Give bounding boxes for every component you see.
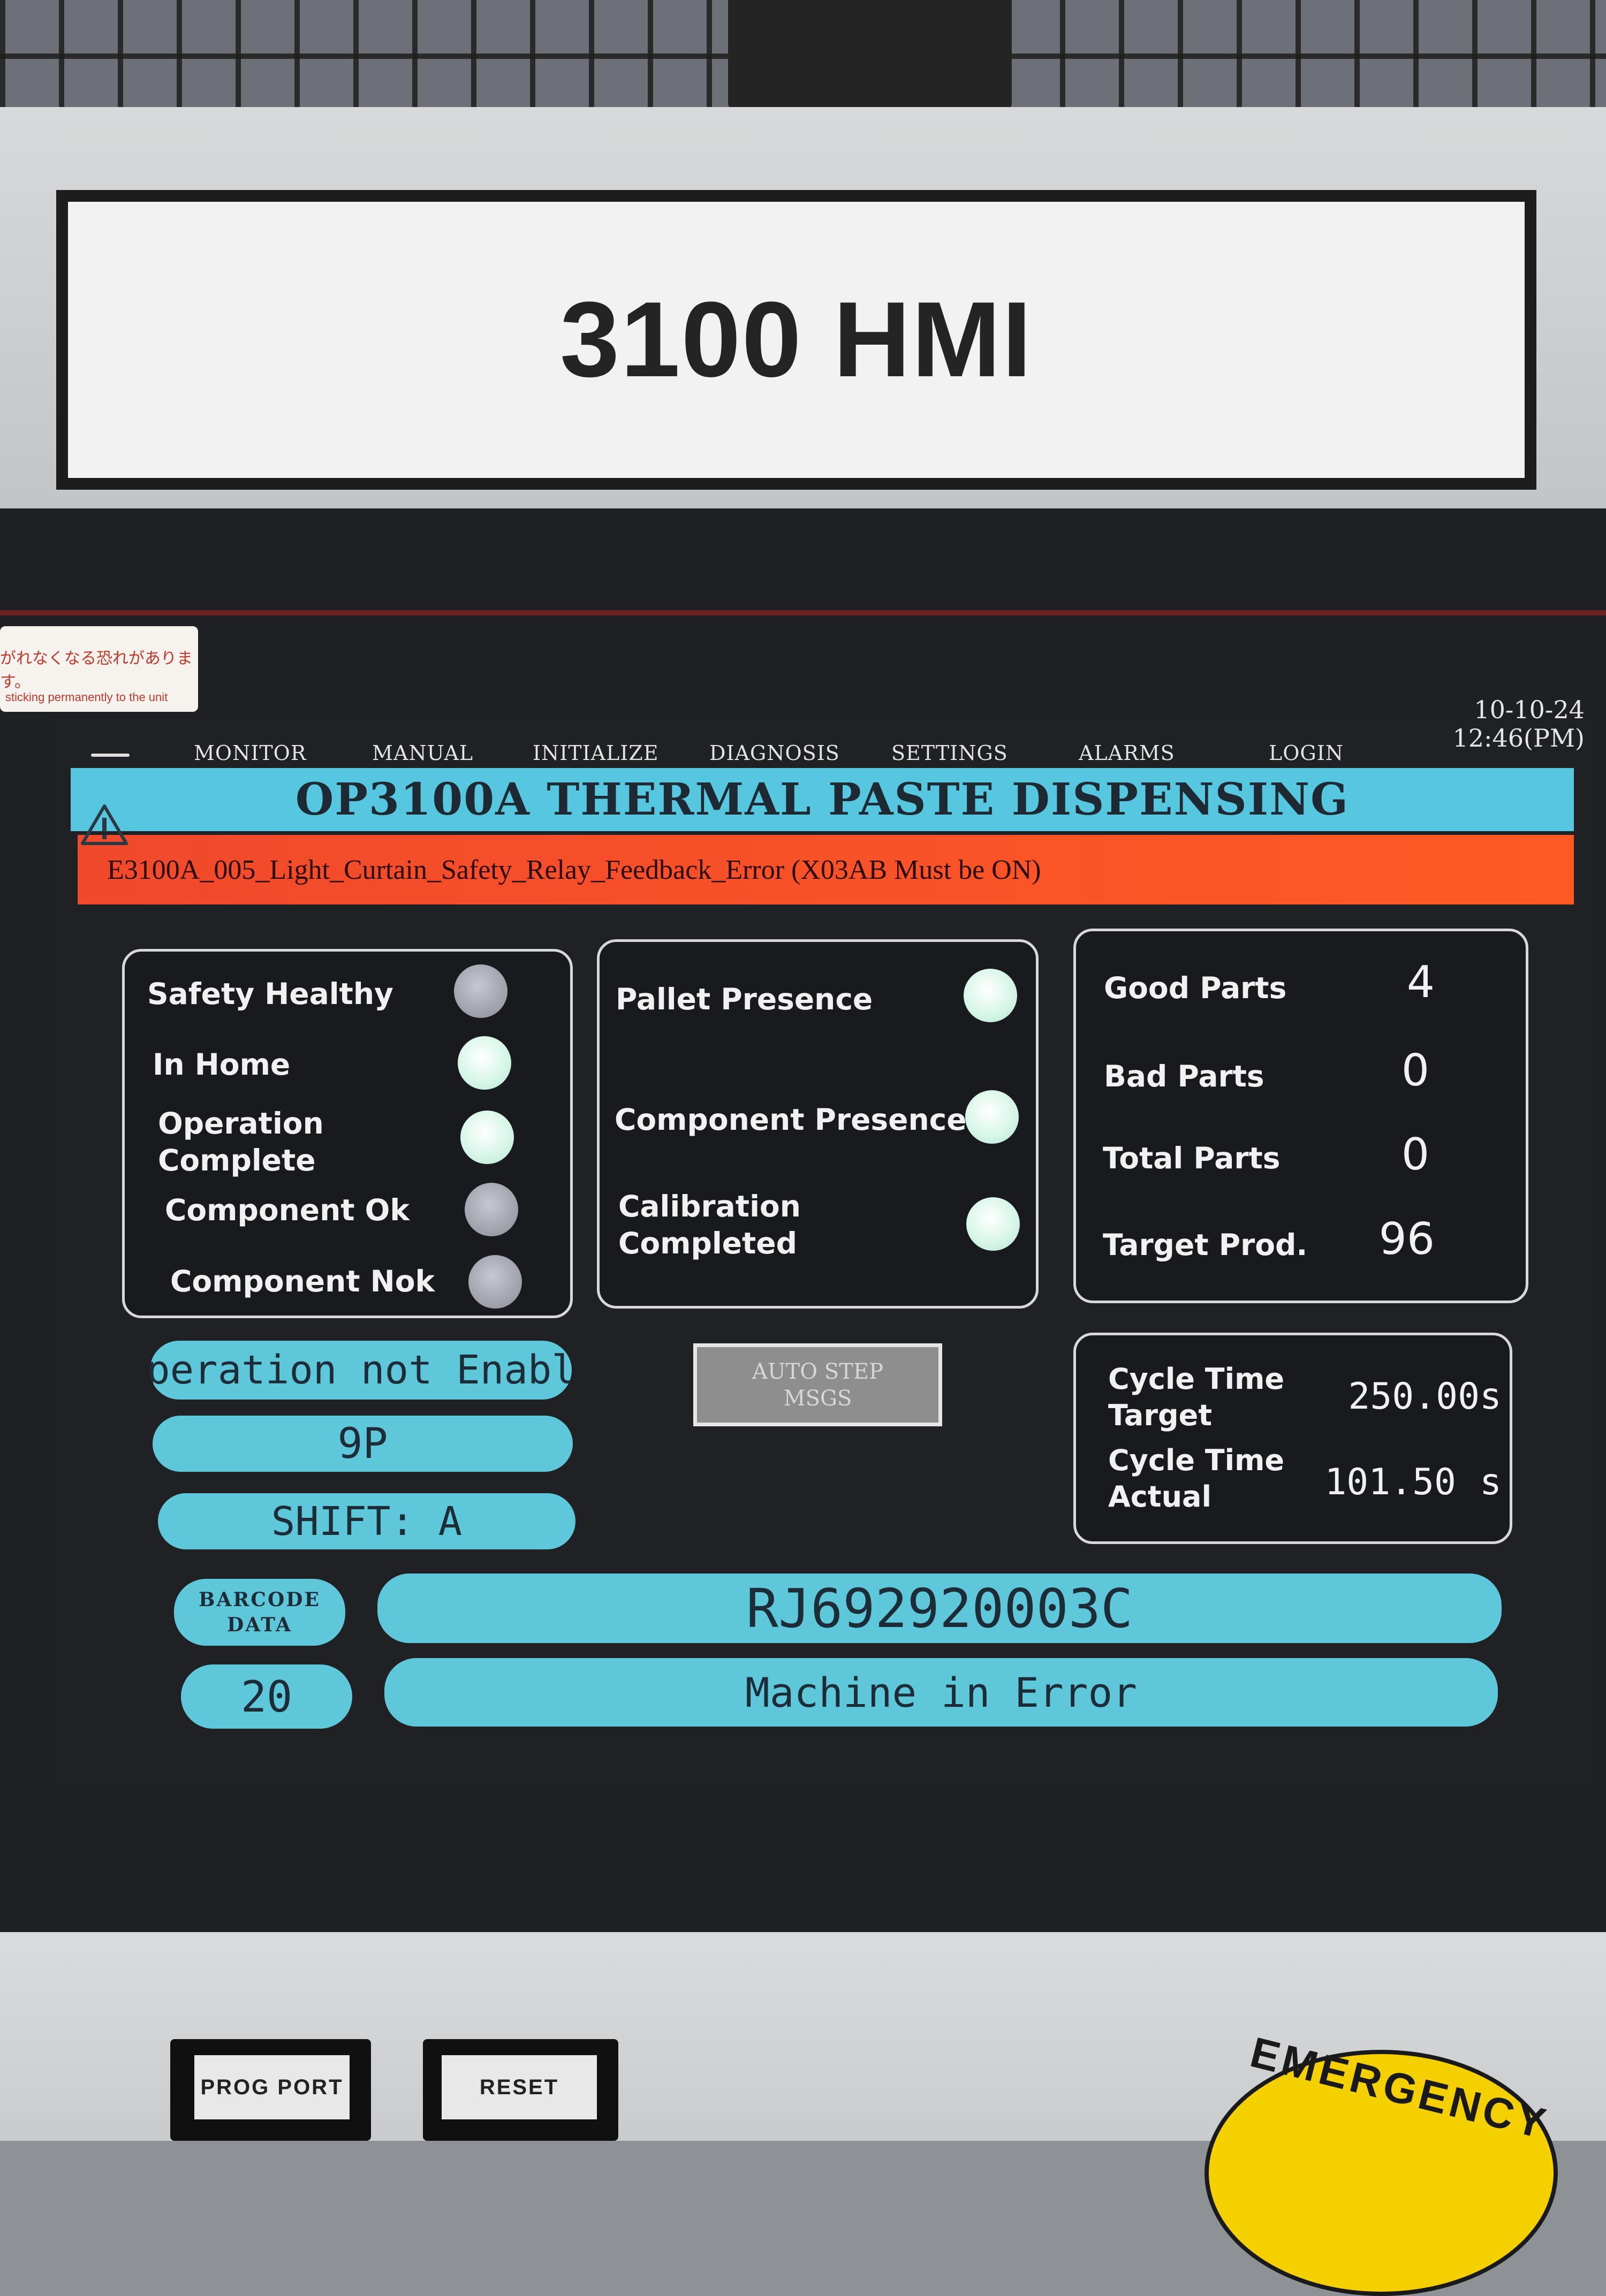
nav-manual[interactable]: MANUAL xyxy=(372,741,473,765)
lamp-calibration-completed xyxy=(966,1197,1020,1251)
cycle-actual-unit: s xyxy=(1480,1461,1502,1503)
lamp-pallet-presence xyxy=(964,969,1017,1022)
presence-label-pallet: Pallet Presence xyxy=(616,982,873,1016)
barcode-data-label: BARCODE DATA xyxy=(174,1579,345,1646)
status-label-operation-complete: Operation Complete xyxy=(158,1106,324,1177)
nav-alarms[interactable]: ALARMS xyxy=(1079,741,1175,765)
nav-login[interactable]: LOGIN xyxy=(1269,741,1344,765)
lamp-component-ok xyxy=(465,1183,518,1236)
warning-triangle-icon xyxy=(81,804,128,845)
barcode-label-line2: DATA xyxy=(227,1613,292,1636)
nameplate-title: 3100 HMI xyxy=(559,280,1033,399)
lamp-safety-healthy xyxy=(454,964,507,1018)
title-bar: OP3100A THERMAL PASTE DISPENSING xyxy=(71,768,1574,831)
machine-status-message: Machine in Error xyxy=(384,1658,1498,1727)
alarm-message: E3100A_005_Light_Curtain_Safety_Relay_Fe… xyxy=(107,854,1041,885)
date-text: 10-10-24 xyxy=(1474,695,1585,724)
time-text: 12:46(PM) xyxy=(1452,723,1585,752)
count-label-bad-parts: Bad Parts xyxy=(1104,1059,1264,1093)
bezel-accent-line xyxy=(0,610,1606,615)
reset-button-housing: RESET xyxy=(423,2039,618,2141)
count-value-target-prod: 96 xyxy=(1378,1214,1435,1265)
lamp-in-home xyxy=(458,1036,511,1090)
datetime-display: 10-10-24 12:46(PM) xyxy=(1413,696,1585,752)
barcode-value: RJ692920003C xyxy=(377,1573,1502,1643)
nav-monitor[interactable]: MONITOR xyxy=(194,741,306,765)
mounting-bracket xyxy=(728,0,1012,112)
prog-port-housing: PROG PORT xyxy=(170,2039,371,2141)
presence-label-calibration: Calibration Completed xyxy=(618,1189,801,1260)
auto-step-msgs-button[interactable]: AUTO STEP MSGS xyxy=(693,1343,942,1426)
status-label-in-home: In Home xyxy=(153,1047,291,1082)
count-label-good-parts: Good Parts xyxy=(1104,971,1287,1005)
prog-port-label[interactable]: PROG PORT xyxy=(194,2055,350,2119)
count-value-total-parts: 0 xyxy=(1401,1129,1429,1180)
nav-settings[interactable]: SETTINGS xyxy=(891,741,1008,765)
nav-diagnosis[interactable]: DIAGNOSIS xyxy=(709,741,840,765)
lamp-operation-complete xyxy=(460,1111,514,1164)
cycle-target-label: Cycle Time Target xyxy=(1108,1362,1285,1432)
lamp-component-presence xyxy=(965,1090,1019,1144)
barcode-label-line1: BARCODE xyxy=(199,1588,321,1611)
operation-status-pill: Operation not Enable xyxy=(150,1341,572,1400)
page-title: OP3100A THERMAL PASTE DISPENSING xyxy=(295,774,1350,825)
status-label-safety-healthy: Safety Healthy xyxy=(147,977,393,1011)
alarm-banner[interactable]: E3100A_005_Light_Curtain_Safety_Relay_Fe… xyxy=(78,835,1574,904)
warning-sticker-en-text: sticking permanently to the unit xyxy=(5,690,168,704)
nav-initialize[interactable]: INITIALIZE xyxy=(533,741,658,765)
count-value-good-parts: 4 xyxy=(1406,957,1435,1008)
status-label-component-ok: Component Ok xyxy=(165,1193,410,1227)
cycle-actual-value: 101.50 xyxy=(1324,1461,1456,1503)
auto-step-label-line2: MSGS xyxy=(783,1386,852,1411)
presence-label-component: Component Presence xyxy=(615,1103,967,1137)
model-pill: 9P xyxy=(153,1416,573,1472)
count-value-bad-parts: 0 xyxy=(1401,1045,1429,1096)
status-code: 20 xyxy=(181,1664,352,1729)
count-label-target-prod: Target Prod. xyxy=(1103,1228,1308,1262)
status-label-component-nok: Component Nok xyxy=(170,1264,435,1298)
auto-step-label-line1: AUTO STEP xyxy=(752,1359,883,1384)
count-label-total-parts: Total Parts xyxy=(1103,1141,1281,1175)
lamp-component-nok xyxy=(468,1255,522,1309)
cycle-actual-label: Cycle Time Actual xyxy=(1108,1443,1285,1514)
shift-pill: SHIFT: A xyxy=(158,1493,575,1549)
cycle-target-value: 250.00s xyxy=(1348,1375,1502,1418)
reset-button[interactable]: RESET xyxy=(442,2055,597,2119)
warning-sticker-jp-text: がれなくなる恐れがあります。 xyxy=(0,650,193,691)
